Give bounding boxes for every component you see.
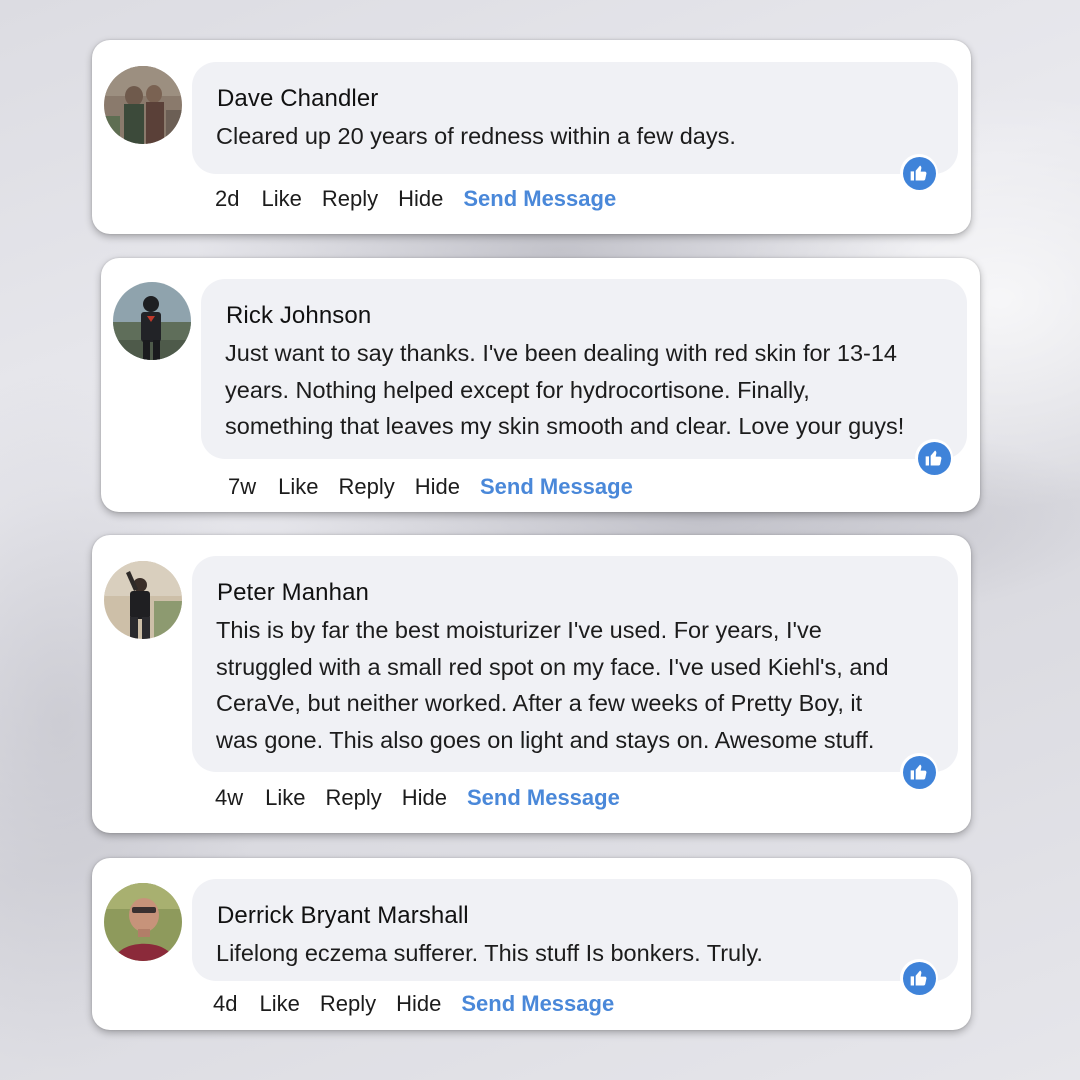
comment-timestamp[interactable]: 2d bbox=[215, 186, 239, 212]
comment-actions: 7w Like Reply Hide Send Message bbox=[228, 474, 653, 500]
comment-card: Peter Manhan This is by far the best moi… bbox=[92, 535, 971, 833]
hide-button[interactable]: Hide bbox=[415, 474, 460, 500]
hide-button[interactable]: Hide bbox=[396, 991, 441, 1017]
reply-button[interactable]: Reply bbox=[338, 474, 394, 500]
hide-button[interactable]: Hide bbox=[398, 186, 443, 212]
comment-bubble: Peter Manhan This is by far the best moi… bbox=[192, 556, 958, 772]
comment-text: Lifelong eczema sufferer. This stuff Is … bbox=[216, 940, 763, 966]
avatar[interactable] bbox=[104, 561, 182, 639]
thumbs-up-icon bbox=[910, 970, 927, 986]
like-button[interactable]: Like bbox=[259, 991, 299, 1017]
avatar[interactable] bbox=[113, 282, 191, 360]
comment-timestamp[interactable]: 4d bbox=[213, 991, 237, 1017]
like-button[interactable]: Like bbox=[278, 474, 318, 500]
comment-timestamp[interactable]: 4w bbox=[215, 785, 243, 811]
thumbs-up-icon bbox=[925, 450, 942, 466]
send-message-button[interactable]: Send Message bbox=[461, 991, 614, 1017]
comment-actions: 2d Like Reply Hide Send Message bbox=[215, 186, 636, 212]
thumbs-up-icon bbox=[910, 764, 927, 780]
comment-text: Just want to say thanks. I've been deali… bbox=[225, 340, 905, 439]
like-reaction-badge[interactable] bbox=[900, 959, 938, 997]
hide-button[interactable]: Hide bbox=[402, 785, 447, 811]
comment-card: Dave Chandler Cleared up 20 years of red… bbox=[92, 40, 971, 234]
like-reaction-badge[interactable] bbox=[900, 154, 938, 192]
reply-button[interactable]: Reply bbox=[322, 186, 378, 212]
comment-bubble: Rick Johnson Just want to say thanks. I'… bbox=[201, 279, 967, 459]
comment-actions: 4d Like Reply Hide Send Message bbox=[213, 991, 634, 1017]
like-reaction-badge[interactable] bbox=[900, 753, 938, 791]
commenter-name[interactable]: Derrick Bryant Marshall bbox=[217, 902, 469, 930]
avatar[interactable] bbox=[104, 883, 182, 961]
avatar[interactable] bbox=[104, 66, 182, 144]
comment-bubble: Derrick Bryant Marshall Lifelong eczema … bbox=[192, 879, 958, 981]
comment-actions: 4w Like Reply Hide Send Message bbox=[215, 785, 640, 811]
send-message-button[interactable]: Send Message bbox=[463, 186, 616, 212]
comment-bubble: Dave Chandler Cleared up 20 years of red… bbox=[192, 62, 958, 174]
comment-text: Cleared up 20 years of redness within a … bbox=[216, 123, 736, 149]
reply-button[interactable]: Reply bbox=[325, 785, 381, 811]
commenter-name[interactable]: Rick Johnson bbox=[226, 302, 371, 330]
send-message-button[interactable]: Send Message bbox=[480, 474, 633, 500]
like-reaction-badge[interactable] bbox=[915, 439, 953, 477]
reply-button[interactable]: Reply bbox=[320, 991, 376, 1017]
like-button[interactable]: Like bbox=[265, 785, 305, 811]
thumbs-up-icon bbox=[910, 165, 927, 181]
commenter-name[interactable]: Peter Manhan bbox=[217, 579, 369, 607]
commenter-name[interactable]: Dave Chandler bbox=[217, 85, 378, 113]
send-message-button[interactable]: Send Message bbox=[467, 785, 620, 811]
comment-text: This is by far the best moisturizer I've… bbox=[216, 617, 889, 753]
like-button[interactable]: Like bbox=[261, 186, 301, 212]
comment-card: Derrick Bryant Marshall Lifelong eczema … bbox=[92, 858, 971, 1030]
comment-card: Rick Johnson Just want to say thanks. I'… bbox=[101, 258, 980, 512]
comment-timestamp[interactable]: 7w bbox=[228, 474, 256, 500]
